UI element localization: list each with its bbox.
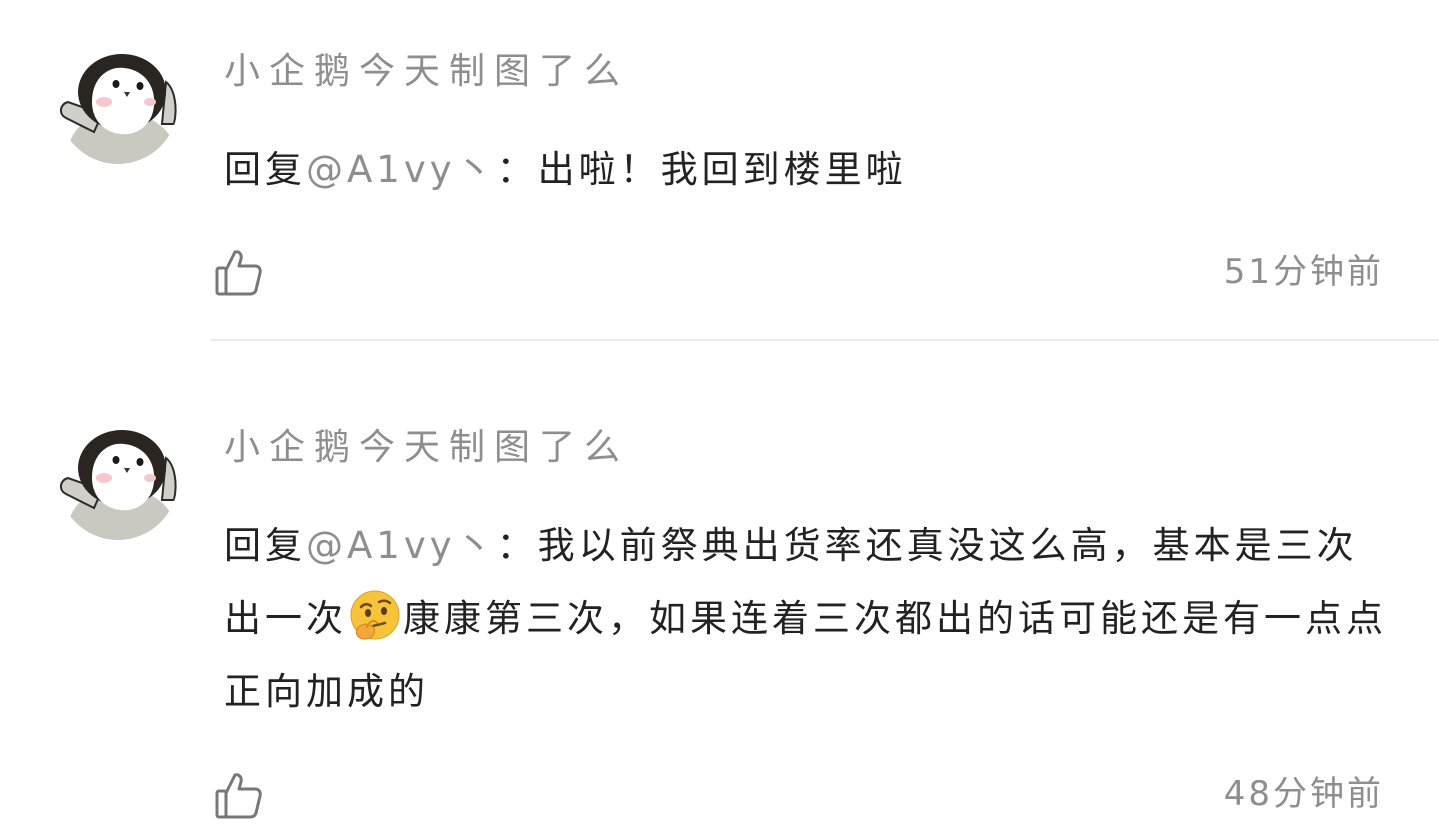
comment-time: 51分钟前 (1223, 252, 1384, 292)
comment-time: 48分钟前 (1223, 774, 1384, 814)
reply-prefix: 回复 (224, 148, 306, 191)
thumbs-up-icon (215, 773, 262, 819)
penguin-avatar-icon[interactable] (58, 420, 178, 540)
reply-separator: ： (496, 524, 538, 567)
comment-text: 出啦！我回到楼里啦 (537, 148, 907, 191)
comment-item: 小企鹅今天制图了么 回复@A1vy丶：我以前祭典出货率还真没这么高，基本是三次出… (0, 376, 1439, 833)
mention-link[interactable]: @A1vy丶 (306, 524, 497, 567)
comment-body: 回复@A1vy丶：我以前祭典出货率还真没这么高，基本是三次出一次 康康第三次，如… (224, 509, 1389, 728)
thinking-face-emoji-icon (349, 589, 401, 641)
reply-prefix: 回复 (224, 524, 306, 567)
comment-username[interactable]: 小企鹅今天制图了么 (224, 50, 629, 94)
like-button[interactable] (213, 769, 265, 821)
reply-separator: ： (496, 148, 538, 191)
comment-body: 回复@A1vy丶：出啦！我回到楼里啦 (224, 133, 1389, 206)
comment-divider (210, 339, 1439, 341)
mention-link[interactable]: @A1vy丶 (306, 148, 497, 191)
thumbs-up-icon (215, 250, 262, 296)
comment-item: 小企鹅今天制图了么 回复@A1vy丶：出啦！我回到楼里啦 51分钟前 (0, 0, 1439, 340)
penguin-avatar-icon[interactable] (58, 44, 178, 164)
comment-username[interactable]: 小企鹅今天制图了么 (224, 426, 629, 470)
like-button[interactable] (213, 246, 265, 298)
